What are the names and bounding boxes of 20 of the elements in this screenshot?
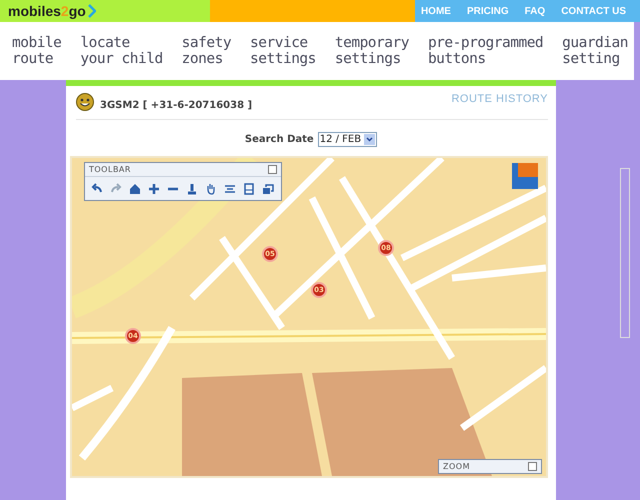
- nav-item[interactable]: service settings: [250, 35, 316, 67]
- collapse-button[interactable]: [268, 165, 277, 174]
- zoom-title: ZOOM: [443, 462, 470, 471]
- nav-item[interactable]: mobile route: [12, 35, 62, 67]
- chevron-icon: [88, 4, 96, 18]
- date-dropdown[interactable]: 12 / FEB: [318, 132, 378, 147]
- search-date-label: Search Date: [244, 134, 314, 145]
- nav-item[interactable]: locate your child: [80, 35, 163, 67]
- zoom-in-icon[interactable]: [146, 181, 161, 196]
- nav-item[interactable]: pre-programmed buttons: [428, 35, 544, 67]
- nav-item[interactable]: guardian setting: [562, 35, 628, 67]
- smiley-icon: [76, 92, 94, 110]
- nav-item[interactable]: safety zones: [182, 35, 232, 67]
- page-title: ROUTE HISTORY: [451, 92, 548, 104]
- nav-item[interactable]: temporary settings: [334, 35, 409, 67]
- expand-button[interactable]: [528, 462, 537, 471]
- toolbar-title: TOOLBAR: [89, 165, 131, 174]
- caret-icon: [364, 134, 376, 145]
- device-label: 3GSM2 [ +31-6-20716038 ]: [100, 100, 252, 111]
- home-icon[interactable]: [127, 181, 142, 196]
